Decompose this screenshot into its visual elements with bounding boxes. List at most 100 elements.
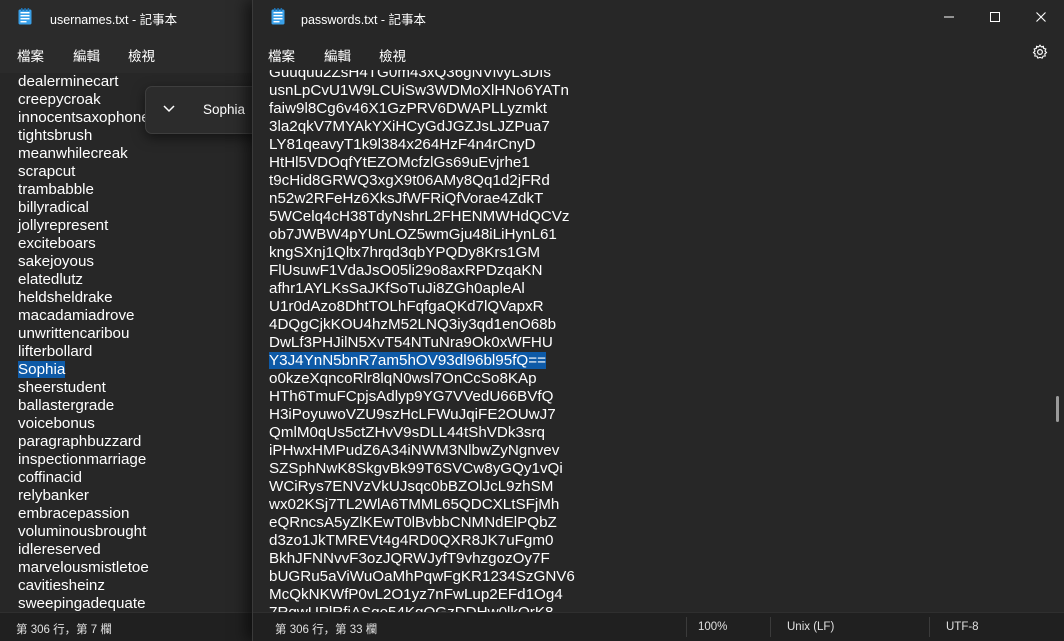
menu-view[interactable]: 檢視 [379,45,406,65]
text-line[interactable]: creepycroak [18,91,150,109]
title-bar[interactable]: usernames.txt - 記事本 [0,0,262,34]
text-line[interactable]: scrapcut [18,163,150,181]
line-text: LY81qeavyT1k9l384x264HzF4n4rCnyD [269,136,536,153]
text-line[interactable]: WCiRys7ENVzVkUJsqc0bBZOlJcL9zhSM [269,478,575,496]
text-line[interactable]: exciteboars [18,235,150,253]
line-text: n52w2RFeHz6XksJfWFRiQfVorae4ZdkT [269,190,544,207]
text-line[interactable]: QmlM0qUs5ctZHvV9sDLL44tShVDk3srq [269,424,575,442]
text-line[interactable]: sakejoyous [18,253,150,271]
line-text: meanwhilecreak [18,145,128,162]
encoding[interactable]: UTF-8 [946,621,979,633]
text-line[interactable]: usnLpCvU1W9LCUiSw3WDMoXlHNo6YATn [269,82,575,100]
text-line[interactable]: d3zo1JkTMREVt4g4RD0QXR8JK7uFgm0 [269,532,575,550]
text-line[interactable]: eQRncsA5yZlKEwT0lBvbbCNMNdElPQbZ [269,514,575,532]
text-line[interactable]: HtHl5VDOqfYtEZOMcfzlGs69uEvjrhe1 [269,154,575,172]
line-text: HtHl5VDOqfYtEZOMcfzlGs69uEvjrhe1 [269,154,530,171]
text-line[interactable]: 3la2qkV7MYAkYXiHCyGdJGZJsLJZPua7 [269,118,575,136]
text-line[interactable]: n52w2RFeHz6XksJfWFRiQfVorae4ZdkT [269,190,575,208]
chevron-down-icon[interactable] [162,101,176,120]
line-text: SZSphNwK8SkgvBk99T6SVCw8yGQy1vQi [269,460,563,477]
text-line[interactable]: t9cHid8GRWQ3xgX9t06AMy8Qq1d2jFRd [269,172,575,190]
find-input[interactable]: Sophia [203,102,245,117]
text-line[interactable]: o0kzeXqncoRlr8lqN0wsl7OnCcSo8KAp [269,370,575,388]
text-line[interactable]: kngSXnj1Qltx7hrqd3qbYPQDy8Krs1GM [269,244,575,262]
text-line[interactable]: Sophia [18,361,150,379]
text-line[interactable]: McQkNKWfP0vL2O1yz7nFwLup2EFd1Og4 [269,586,575,604]
notepad-app-icon [271,8,285,25]
scrollbar-thumb[interactable] [1056,396,1059,422]
text-line[interactable]: FlUsuwF1VdaJsO05li29o8axRPDzqaKN [269,262,575,280]
close-button[interactable] [1018,0,1064,34]
text-line[interactable]: faiw9l8Cg6v46X1GzPRV6DWAPLLyzmkt [269,100,575,118]
text-editor-area[interactable]: dealerminecart creepycroak innocentsaxopho… [0,73,262,615]
text-line[interactable]: marvelousmistletoe [18,559,150,577]
text-line[interactable]: afhr1AYLKsSaJKfSoTuJi8ZGh0apleAl [269,280,575,298]
text-line[interactable]: unwrittencaribou [18,325,150,343]
zoom-level[interactable]: 100% [698,621,727,633]
text-line[interactable]: relybanker [18,487,150,505]
text-line[interactable]: 5WCelq4cH38TdyNshrL2FHENMWHdQCVz [269,208,575,226]
text-line[interactable]: cavitiesheinz [18,577,150,595]
text-line[interactable]: 4DQgCjkKOU4hzM52LNQ3iy3qd1enO68b [269,316,575,334]
text-line[interactable]: tightsbrush [18,127,150,145]
text-line[interactable]: Y3J4YnN5bnR7am5hOV93dl96bl95fQ== [269,352,575,370]
text-line[interactable]: SZSphNwK8SkgvBk99T6SVCw8yGQy1vQi [269,460,575,478]
text-line[interactable]: innocentsaxophone [18,109,150,127]
text-line[interactable]: ob7JWBW4pYUnLOZ5wmGju48iLiHynL61 [269,226,575,244]
text-line[interactable]: paragraphbuzzard [18,433,150,451]
title-bar[interactable]: passwords.txt - 記事本 [253,0,1064,34]
passwords-text: Guuquu2ZsH4TG0m43xQ36gNVlvyL3DIs usnLpCvU… [269,70,575,615]
line-text: usnLpCvU1W9LCUiSw3WDMoXlHNo6YATn [269,82,569,99]
text-line[interactable]: idlereserved [18,541,150,559]
menu-edit[interactable]: 編輯 [324,45,351,65]
text-line[interactable]: iPHwxHMPudZ6A34iNWM3NlbwZyNgnvev [269,442,575,460]
text-line[interactable]: voicebonus [18,415,150,433]
menu-edit[interactable]: 編輯 [73,45,100,65]
line-text: ballastergrade [18,397,115,414]
text-line[interactable]: trambabble [18,181,150,199]
line-text: sheerstudent [18,379,106,396]
text-line[interactable]: heldsheldrake [18,289,150,307]
text-line[interactable]: dealerminecart [18,73,150,91]
text-line[interactable]: DwLf3PHJilN5XvT54NTuNra9Ok0xWFHU [269,334,575,352]
line-text: 3la2qkV7MYAkYXiHCyGdJGZJsLJZPua7 [269,118,550,135]
line-text: heldsheldrake [18,289,113,306]
menu-file[interactable]: 檔案 [17,45,44,65]
line-text: McQkNKWfP0vL2O1yz7nFwLup2EFd1Og4 [269,586,563,603]
text-line[interactable]: sweepingadequate [18,595,150,613]
minimize-button[interactable] [926,0,972,34]
menu-view[interactable]: 檢視 [128,45,155,65]
text-line[interactable]: lifterbollard [18,343,150,361]
notepad-app-icon [18,8,32,25]
text-line[interactable]: U1r0dAzo8DhtTOLhFqfgaQKd7lQVapxR [269,298,575,316]
maximize-button[interactable] [972,0,1018,34]
line-text: BkhJFNNvvF3ozJQRWJyfT9vhzgozOy7F [269,550,550,567]
text-line[interactable]: coffinacid [18,469,150,487]
text-line[interactable]: ballastergrade [18,397,150,415]
text-editor-area[interactable]: Guuquu2ZsH4TG0m43xQ36gNVlvyL3DIs usnLpCvU… [253,70,1064,615]
line-ending[interactable]: Unix (LF) [787,621,834,633]
text-line[interactable]: Guuquu2ZsH4TG0m43xQ36gNVlvyL3DIs [269,70,575,82]
text-line[interactable]: inspectionmarriage [18,451,150,469]
text-line[interactable]: elatedlutz [18,271,150,289]
status-bar: 第 306 行，第 33 欄 100% Unix (LF) UTF-8 [253,612,1064,641]
text-line[interactable]: billyradical [18,199,150,217]
text-line[interactable]: bUGRu5aViWuOaMhPqwFgKR1234SzGNV6 [269,568,575,586]
line-text: QmlM0qUs5ctZHvV9sDLL44tShVDk3srq [269,424,546,441]
find-popup: Sophia [145,86,267,134]
text-line[interactable]: meanwhilecreak [18,145,150,163]
text-line[interactable]: wx02KSj7TL2WlA6TMML65QDCXLtSFjMh [269,496,575,514]
text-line[interactable]: voluminousbrought [18,523,150,541]
menu-file[interactable]: 檔案 [268,45,295,65]
line-text: o0kzeXqncoRlr8lqN0wsl7OnCcSo8KAp [269,370,537,387]
text-line[interactable]: embracepassion [18,505,150,523]
text-line[interactable]: HTh6TmuFCpjsAdlyp9YG7VVedU66BVfQ [269,388,575,406]
text-line[interactable]: jollyrepresent [18,217,150,235]
usernames-text: dealerminecart creepycroak innocentsaxopho… [18,73,150,613]
text-line[interactable]: BkhJFNNvvF3ozJQRWJyfT9vhzgozOy7F [269,550,575,568]
gear-icon[interactable] [1032,44,1048,65]
text-line[interactable]: macadamiadrove [18,307,150,325]
text-line[interactable]: H3iPoyuwoVZU9szHcLFWuJqiFE2OUwJ7 [269,406,575,424]
text-line[interactable]: LY81qeavyT1k9l384x264HzF4n4rCnyD [269,136,575,154]
text-line[interactable]: sheerstudent [18,379,150,397]
